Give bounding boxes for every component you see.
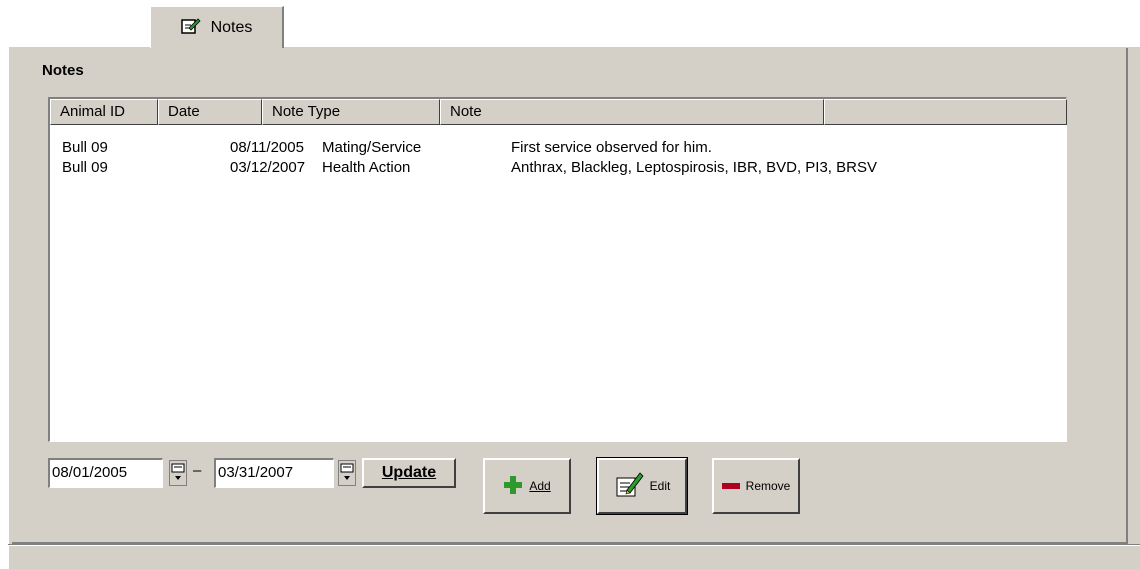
- table-row[interactable]: Bull 09 08/11/2005 Mating/Service First …: [50, 139, 1066, 159]
- column-header-note-type[interactable]: Note Type: [262, 99, 440, 125]
- minus-icon: [721, 479, 740, 493]
- add-button[interactable]: Add: [483, 458, 571, 514]
- cell-note: Anthrax, Blackleg, Leptospirosis, IBR, B…: [511, 159, 877, 176]
- update-button[interactable]: Update: [362, 458, 456, 488]
- divider-highlight: [8, 545, 1140, 546]
- cell-animal-id: Bull 09: [62, 159, 108, 176]
- remove-button[interactable]: Remove: [712, 458, 800, 514]
- to-date-input[interactable]: 03/31/2007: [214, 458, 334, 488]
- column-header-empty[interactable]: [824, 99, 1067, 125]
- date-range-separator: –: [193, 462, 202, 479]
- cell-note: First service observed for him.: [511, 139, 712, 156]
- to-date-picker-button[interactable]: [338, 460, 356, 486]
- notepad-icon: [180, 17, 201, 39]
- tab-label: Notes: [210, 18, 253, 36]
- cell-note-type: Health Action: [322, 159, 411, 176]
- cell-date: 08/11/2005: [230, 139, 304, 156]
- cell-date: 03/12/2007: [230, 159, 306, 176]
- cell-animal-id: Bull 09: [62, 139, 108, 156]
- cell-note-type: Mating/Service: [322, 139, 422, 156]
- from-date-input[interactable]: 08/01/2005: [48, 458, 163, 488]
- column-header-date[interactable]: Date: [158, 99, 262, 125]
- notes-list[interactable]: Animal ID Date Note Type Note Bull 09 08…: [48, 97, 1067, 442]
- calendar-spin-icon: [171, 463, 185, 480]
- column-header-note[interactable]: Note: [440, 99, 824, 125]
- add-button-label: Add: [529, 479, 551, 493]
- edit-note-icon: [614, 470, 644, 503]
- calendar-spin-icon: [340, 463, 354, 480]
- update-button-label: Update: [381, 464, 437, 481]
- section-title: Notes: [42, 62, 84, 79]
- table-row[interactable]: Bull 09 03/12/2007 Health Action Anthrax…: [50, 159, 1066, 179]
- edit-button[interactable]: Edit: [596, 457, 688, 515]
- remove-button-label: Remove: [745, 479, 791, 493]
- from-date-picker-button[interactable]: [169, 460, 187, 486]
- tab-notes[interactable]: Notes: [150, 6, 284, 48]
- edit-button-label: Edit: [649, 479, 671, 493]
- plus-icon: [503, 475, 523, 498]
- list-header: Animal ID Date Note Type Note: [50, 99, 1067, 125]
- column-header-animal-id[interactable]: Animal ID: [50, 99, 158, 125]
